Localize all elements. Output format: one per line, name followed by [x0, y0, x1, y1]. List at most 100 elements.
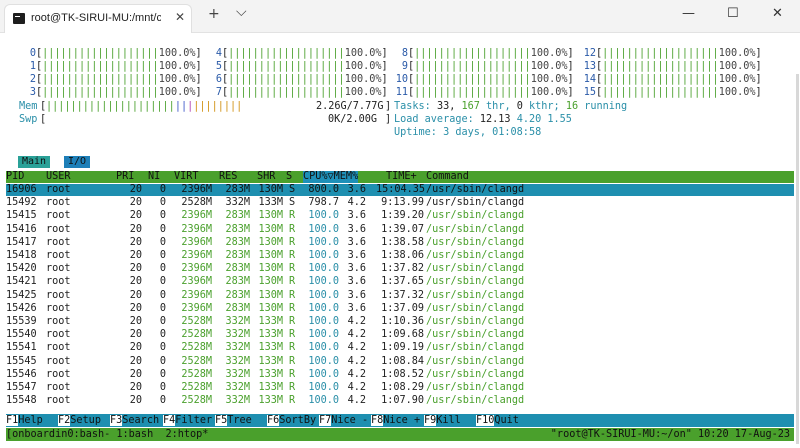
fkey-setup[interactable]: F2Setup [58, 414, 101, 427]
tasks-label: Tasks: [394, 101, 431, 112]
fkey-help[interactable]: F1Help [6, 414, 43, 427]
process-row[interactable]: 15539 root 20 0 2528M 332M 133M R 100.0 4.2 1:10.3… [6, 316, 794, 328]
cell-virt: 2396M [181, 289, 212, 301]
col-res[interactable]: RES [219, 171, 237, 183]
cell-pri: 20 [129, 395, 142, 407]
cell-cmd: /usr/sbin/clangd [426, 355, 525, 367]
col-command[interactable]: Command [426, 171, 469, 183]
cell-user: root [46, 210, 71, 222]
fkey-tree[interactable]: F5Tree [215, 414, 252, 427]
cell-res: 332M [225, 329, 250, 341]
cell-cmd: /usr/sbin/clangd [426, 210, 525, 222]
cell-virt: 2528M [181, 382, 212, 393]
threads-label: thr, [486, 101, 511, 112]
fkey-sortby[interactable]: F6SortBy [267, 414, 316, 427]
process-row[interactable]: 15540 root 20 0 2528M 332M 133M R 100.0 4.2 1:09.6… [6, 329, 794, 341]
fkey-kill[interactable]: F9Kill [424, 414, 461, 427]
cell-mem: 4.2 [347, 342, 366, 354]
cpu-meter-id: 10 [395, 74, 408, 85]
fkey-nice[interactable]: F8Nice + [371, 414, 420, 427]
minimize-button[interactable]: — [682, 6, 695, 21]
col-user[interactable]: USER [46, 171, 71, 183]
cell-s: R [289, 329, 296, 341]
terminal-tab[interactable]: root@TK-SIRUI-MU:/mnt/c/Use ✕ [4, 4, 192, 33]
cell-shr: 133M [258, 329, 283, 341]
process-row[interactable]: 15548 root 20 0 2528M 332M 133M R 100.0 4.2 1:07.9… [6, 395, 794, 407]
cell-shr: 133M [258, 355, 283, 367]
kthreads-label: kthr; [529, 101, 560, 112]
col-ni[interactable]: NI [148, 171, 160, 183]
cell-ni: 0 [159, 316, 166, 327]
process-row[interactable]: 15545 root 20 0 2528M 332M 133M R 100.0 4.2 1:08.8… [6, 356, 794, 368]
fkey-key: F7 [319, 415, 332, 426]
process-row[interactable]: 15416 root 20 0 2396M 283M 130M R 100.0 3.6 1:39.0… [6, 224, 794, 236]
cpu-meter-percent: 100.0% [718, 87, 756, 98]
new-tab-button[interactable]: + [208, 6, 220, 22]
col-state[interactable]: S [286, 171, 292, 183]
cell-cpu: 100.0 [308, 223, 339, 235]
process-row[interactable]: 15546 root 20 0 2528M 332M 133M R 100.0 4.2 1:08.5… [6, 369, 794, 381]
col-shr[interactable]: SHR [257, 171, 275, 183]
fkey-filter[interactable]: F4Filter [163, 414, 212, 427]
scrollbar[interactable] [796, 74, 799, 444]
cell-user: root [46, 302, 71, 314]
process-row[interactable]: 16906 root 20 0 2396M 283M 130M S 800.0 3.6 15:04.… [6, 184, 794, 196]
fkey-label: Help [18, 415, 43, 426]
tab-dropdown-icon[interactable]: ⌵ [236, 4, 247, 20]
process-row[interactable]: 15418 root 20 0 2396M 283M 130M R 100.0 3.6 1:38.0… [6, 250, 794, 262]
process-row[interactable]: 15420 root 20 0 2396M 283M 130M R 100.0 3.6 1:37.8… [6, 263, 794, 275]
cell-pid: 15421 [6, 276, 37, 288]
terminal-area[interactable]: 0[|||||||||||||||||||100.0%] 1[||||||||||… [0, 34, 800, 448]
cell-user: root [46, 276, 71, 288]
cell-shr: 133M [258, 197, 283, 209]
process-row[interactable]: 15415 root 20 0 2396M 283M 130M R 100.0 3.6 1:39.2… [6, 210, 794, 222]
process-row[interactable]: 15541 root 20 0 2528M 332M 133M R 100.0 4.2 1:09.1… [6, 342, 794, 354]
close-tab-icon[interactable]: ✕ [175, 10, 185, 24]
process-row[interactable]: 15421 root 20 0 2396M 283M 130M R 100.0 3.6 1:37.6… [6, 276, 794, 288]
cell-cpu: 100.0 [308, 329, 339, 341]
cell-virt: 2396M [181, 250, 212, 261]
cell-shr: 130M [258, 263, 283, 275]
cell-ni: 0 [159, 263, 166, 275]
cell-time: 9:13.99 [381, 197, 424, 209]
fkey-search[interactable]: F3Search [110, 414, 159, 427]
load-label: Load average: [394, 114, 474, 125]
cell-time: 1:07.90 [381, 395, 424, 407]
close-window-button[interactable]: ✕ [772, 6, 783, 21]
cpu-meter-percent: 100.0% [530, 48, 568, 59]
cpu-meter-bar: ||||||||||||||||||| [602, 87, 719, 98]
process-row[interactable]: 15492 root 20 0 2528M 332M 133M S 798.7 4.2 9:13.9… [6, 197, 794, 209]
running-label: running [584, 101, 628, 112]
cell-time: 1:37.65 [381, 276, 424, 288]
fkey-nice[interactable]: F7Nice - [319, 414, 368, 427]
process-row[interactable]: 15417 root 20 0 2396M 283M 130M R 100.0 3.6 1:38.5… [6, 237, 794, 249]
tab-io[interactable]: I/O [64, 156, 91, 168]
fkey-label: Kill [436, 415, 461, 426]
tab-main[interactable]: Main [18, 156, 51, 168]
process-row[interactable]: 15547 root 20 0 2528M 332M 133M R 100.0 4.2 1:08.2… [6, 382, 794, 394]
col-pid[interactable]: PID [6, 171, 24, 183]
cell-user: root [46, 342, 71, 354]
cell-cpu: 100.0 [308, 250, 339, 261]
load-15min: 1.55 [547, 114, 572, 125]
fkey-quit[interactable]: F10Quit [476, 414, 519, 427]
process-row[interactable]: 15426 root 20 0 2396M 283M 130M R 100.0 3.6 1:37.0… [6, 303, 794, 315]
fkey-label: Quit [494, 415, 519, 426]
maximize-button[interactable]: ☐ [727, 6, 739, 21]
cell-pri: 20 [129, 316, 142, 327]
cell-time: 1:37.82 [381, 263, 424, 275]
cpu-meter-id: 8 [401, 48, 408, 59]
cell-pri: 20 [129, 302, 142, 314]
fkey-key: F1 [6, 415, 19, 426]
cpu-meter-percent: 100.0% [530, 74, 568, 85]
col-virt[interactable]: VIRT [174, 171, 199, 183]
cell-res: 332M [225, 395, 250, 407]
cpu-meter-bar: ||||||||||||||||||| [42, 87, 159, 98]
process-row[interactable]: 15425 root 20 0 2396M 283M 130M R 100.0 3.6 1:37.3… [6, 290, 794, 302]
col-time[interactable]: TIME+ [386, 171, 417, 183]
cell-user: root [46, 382, 71, 393]
cpu-meter: 14[|||||||||||||||||||100.0%] [566, 73, 762, 86]
cell-cpu: 100.0 [308, 263, 339, 275]
col-pri[interactable]: PRI [116, 171, 134, 183]
col-cpu-mem[interactable]: CPU%▽MEM% [303, 171, 359, 183]
